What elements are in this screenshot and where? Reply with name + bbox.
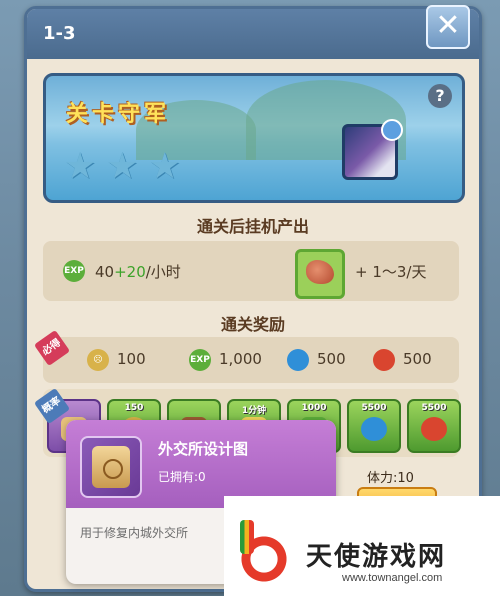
meat-item[interactable] [295, 249, 345, 299]
red-gem-icon [373, 349, 395, 371]
drop-label: 1分钟 [241, 406, 267, 416]
star-icon: ★ [106, 146, 139, 187]
drop-label: 1000 [301, 403, 327, 413]
help-button[interactable]: ? [428, 84, 452, 108]
close-icon[interactable]: ✕ [426, 5, 470, 49]
leaf-icon [240, 520, 254, 554]
rewards-row: ☹ 100 EXP 1,000 500 500 [43, 337, 459, 383]
drop-label: 5500 [421, 403, 447, 413]
exp-icon: EXP [189, 349, 211, 371]
blue-gem-icon [361, 417, 387, 441]
tooltip-item-name: 外交所设计图 [158, 440, 249, 458]
guard-portrait[interactable] [342, 119, 403, 180]
drop-label: 150 [124, 403, 144, 413]
scroll-icon [92, 446, 130, 488]
rewards-heading: 通关奖励 [220, 315, 285, 334]
idle-heading: 通关后挂机产出 [196, 217, 309, 236]
tooltip-item-frame [80, 436, 142, 498]
stamina-cost: 体力:10 [367, 471, 414, 486]
red-gem-icon [421, 417, 447, 441]
star-rating: ★ ★ ★ [64, 146, 191, 187]
face-coin-icon: ☹ [87, 349, 109, 371]
star-icon: ★ [148, 146, 181, 187]
watermark-title: 天使游戏网 [306, 542, 447, 572]
reward-value: 500 [317, 350, 346, 368]
meat-range: + 1～3/天 [355, 263, 427, 281]
seal-icon [103, 459, 123, 479]
exp-rate: 40+20/小时 [95, 263, 181, 281]
star-icon: ★ [64, 146, 97, 187]
banner-title: 关卡守军 [66, 102, 171, 127]
info-badge-icon [381, 119, 403, 141]
reward-value: 500 [403, 350, 432, 368]
tooltip-owned-count: 已拥有:0 [158, 470, 206, 484]
meat-icon [306, 260, 334, 284]
watermark: 天使游戏网 www.townangel.com [224, 496, 500, 596]
exp-icon: EXP [63, 260, 85, 282]
idle-output-row: EXP 40+20/小时 + 1～3/天 [43, 241, 459, 301]
tooltip-description: 用于修复内城外交所 [80, 526, 189, 540]
dialog-title: 1-3 [43, 23, 76, 44]
dialog-titlebar: 1-3 [27, 9, 479, 59]
drop-label: 5500 [361, 403, 387, 413]
reward-value: 100 [117, 350, 146, 368]
stage-banner: 关卡守军 ★ ★ ★ ? [43, 73, 465, 203]
watermark-logo-icon [234, 520, 294, 586]
drop-item[interactable]: 5500 [347, 399, 401, 453]
blue-gem-icon [287, 349, 309, 371]
drop-item[interactable]: 5500 [407, 399, 461, 453]
reward-value: 1,000 [219, 350, 262, 368]
watermark-url: www.townangel.com [342, 572, 443, 584]
